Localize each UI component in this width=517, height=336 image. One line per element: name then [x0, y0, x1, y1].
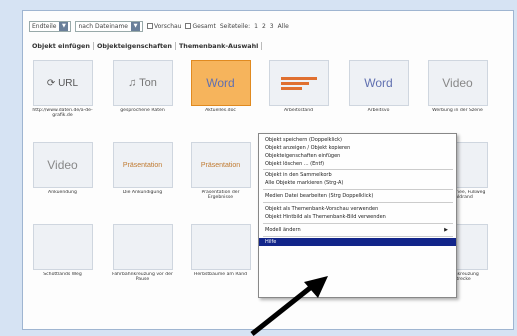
media-tile[interactable]: ⟳ URL http://www.daten.de/a-de-grafik.de [31, 60, 94, 120]
tile-label: Aktuelles.doc [205, 108, 236, 113]
menu-item-delete[interactable]: Objekt löschen ... (Entf) [259, 160, 456, 168]
pages-label: Seiteteile: [219, 22, 251, 30]
chevron-down-icon: ▼ [131, 21, 140, 31]
tile-label: Die Ankündigung [122, 190, 163, 195]
tile-thumbnail [190, 224, 251, 270]
tile-label: Arbeitsstand [283, 108, 314, 113]
tab-bar: Objekt einfügen Objekteigenschaften Them… [29, 40, 263, 52]
tab-properties[interactable]: Objekteigenschaften [94, 42, 176, 50]
vorschau-checkbox[interactable]: Vorschau [147, 23, 181, 30]
checkbox-box[interactable] [185, 23, 192, 29]
tile-thumbnail: Präsentation [112, 142, 173, 188]
tile-thumbnail: ♫ Ton [112, 60, 173, 106]
media-tile[interactable]: Video Werbung in der Szene [426, 60, 489, 120]
tile-label: http://www.daten.de/a-de-grafik.de [32, 108, 93, 118]
tab-insert[interactable]: Objekt einfügen [29, 42, 94, 50]
menu-item-label: Modell ändern [265, 227, 301, 233]
menu-separator [263, 202, 453, 203]
media-tile[interactable]: Herbstbäume am Rand [189, 224, 252, 284]
sort-select[interactable]: Endteile ▼ [29, 20, 72, 32]
order-select[interactable]: nach Dateiname ▼ [75, 20, 143, 32]
menu-item-change-model[interactable]: Modell ändern ▶ [259, 226, 456, 234]
tile-label: Werbung in der Szene [432, 108, 483, 113]
page-link[interactable]: 2 [262, 23, 266, 30]
chevron-down-icon: ▼ [59, 21, 69, 31]
tile-label: Schottlands Weg [43, 272, 82, 277]
tile-label: Herbstbäume am Rand [193, 272, 248, 277]
media-tile[interactable]: ♫ Ton gesprochene Raten [111, 60, 174, 120]
media-tile[interactable]: Arbeitsstand [267, 60, 330, 120]
tile-thumbnail [268, 60, 329, 106]
media-tile[interactable]: Präsentation Präsentation der Ergebnisse [189, 142, 252, 202]
checkbox-label: Vorschau [154, 22, 182, 30]
sort-value: Endteile [32, 22, 57, 30]
menu-item-use-image[interactable]: Objekt Hintbild als Themenbank-Bild verw… [259, 213, 456, 221]
tile-thumbnail: Präsentation [190, 142, 251, 188]
menu-item-edit-media[interactable]: Medien Datei bearbeiten (Strg Doppelklic… [259, 192, 456, 200]
menu-item-help[interactable]: Hilfe [259, 238, 456, 246]
chevron-right-icon: ▶ [444, 227, 448, 233]
tile-thumbnail: Video [427, 60, 488, 106]
menu-separator [263, 189, 453, 190]
all-link[interactable]: Alle [278, 23, 289, 30]
menu-separator [263, 169, 453, 170]
menu-item-copy[interactable]: Objekt anzeigen / Objekt kopieren [259, 144, 456, 152]
tile-label: Fahrbahnkreuzung vor der Pause [112, 272, 173, 282]
context-menu: Objekt speichern (Doppelklick) Objekt an… [258, 133, 457, 298]
media-tile[interactable]: Schottlands Weg [31, 224, 94, 284]
media-tile[interactable]: Word Arbeitsvo [347, 60, 410, 120]
tile-label: Ankuendung [48, 190, 77, 195]
tile-label: gesprochene Raten [120, 108, 165, 113]
pointer-arrow-icon [250, 276, 328, 336]
checkbox-label: Gesamt [192, 22, 216, 30]
menu-item-collect[interactable]: Objekt in den Sammelkorb [259, 171, 456, 179]
tile-label: Präsentation der Ergebnisse [201, 190, 240, 200]
media-tile[interactable]: Word Aktuelles.doc [189, 60, 252, 120]
menu-item-paste-props[interactable]: Objekteigenschaften einfügen [259, 152, 456, 160]
page-link[interactable]: 1 [254, 23, 258, 30]
tile-thumbnail: Word [190, 60, 251, 106]
tab-themebank[interactable]: Themenbank-Auswahl [176, 42, 263, 50]
menu-item-use-preview[interactable]: Objekt als Themenbank-Vorschau verwenden [259, 205, 456, 213]
media-tile[interactable]: Präsentation Die Ankündigung [111, 142, 174, 202]
tile-thumbnail [112, 224, 173, 270]
tile-thumbnail: Word [348, 60, 409, 106]
toolbar: Endteile ▼ nach Dateiname ▼ Vorschau Gesam… [29, 19, 289, 33]
menu-item-save[interactable]: Objekt speichern (Doppelklick) [259, 136, 456, 144]
tile-thumbnail: ⟳ URL [32, 60, 93, 106]
menu-separator [263, 223, 453, 224]
page-link[interactable]: 3 [270, 23, 274, 30]
tile-thumbnail [32, 224, 93, 270]
media-tile[interactable]: Fahrbahnkreuzung vor der Pause [111, 224, 174, 284]
checkbox-box[interactable] [147, 23, 153, 29]
tile-thumbnail: Video [32, 142, 93, 188]
media-tile[interactable]: Video Ankuendung [31, 142, 94, 202]
gesamt-checkbox[interactable]: Gesamt [185, 22, 216, 30]
menu-separator [263, 236, 453, 237]
order-value: nach Dateiname [78, 22, 128, 30]
tile-label: Arbeitsvo [367, 108, 390, 113]
menu-item-select-all[interactable]: Alle Objekte markieren (Strg-A) [259, 179, 456, 187]
